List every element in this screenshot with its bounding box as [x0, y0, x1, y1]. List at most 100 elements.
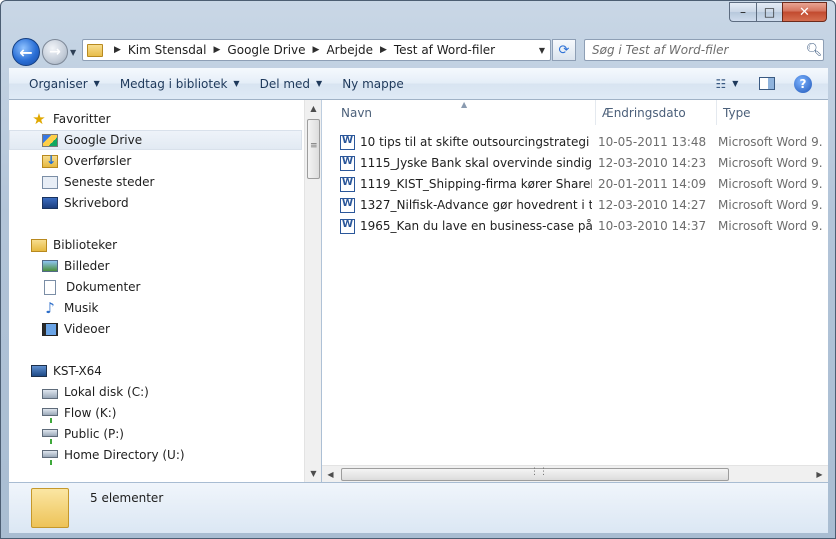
include-in-library-label: Medtag i bibliotek: [119, 76, 228, 91]
scroll-left-arrow-icon[interactable]: ◀: [322, 466, 339, 483]
preview-pane-button[interactable]: [756, 73, 778, 95]
file-date: 12-03-2010 14:23: [598, 156, 707, 170]
file-row[interactable]: 1115_Jyske Bank skal overvinde sindighed…: [340, 153, 828, 173]
organise-label: Organiser: [29, 76, 88, 91]
scroll-down-arrow-icon[interactable]: ▼: [305, 465, 322, 482]
column-header-type[interactable]: Type: [717, 100, 828, 125]
horizontal-scrollbar-thumb[interactable]: [341, 467, 729, 481]
breadcrumb-item[interactable]: Google Drive: [227, 43, 305, 57]
file-type: Microsoft Word 9...: [718, 198, 823, 212]
refresh-icon: ⟳: [558, 42, 570, 58]
file-type: Microsoft Word 9...: [718, 219, 823, 233]
navigation-pane: ★ Favoritter Google Drive Overførsler Se…: [9, 100, 312, 482]
search-icon[interactable]: 🔍︎: [805, 43, 823, 58]
libraries-icon: [31, 238, 47, 252]
breadcrumb-item[interactable]: Arbejde: [326, 43, 372, 57]
nav-item-recent-places[interactable]: Seneste steder: [9, 172, 302, 192]
search-input[interactable]: Søg i Test af Word-filer 🔍︎: [584, 39, 824, 61]
nav-item-label: Overførsler: [64, 154, 132, 168]
word-document-icon: [340, 218, 355, 234]
change-view-button[interactable]: ☷ ▼: [710, 73, 744, 95]
close-button[interactable]: ✕: [782, 2, 827, 22]
address-bar[interactable]: ▶ Kim Stensdal ▶ Google Drive ▶ Arbejde …: [82, 39, 551, 61]
nav-item-label: Public (P:): [64, 427, 124, 441]
nav-item-home-directory-u[interactable]: Home Directory (U:): [9, 445, 302, 465]
file-date: 12-03-2010 14:27: [598, 198, 707, 212]
breadcrumb-item[interactable]: Kim Stensdal: [128, 43, 207, 57]
nav-item-google-drive[interactable]: Google Drive: [9, 130, 302, 150]
caption-buttons: – □ ✕: [729, 2, 827, 23]
local-disk-icon: [42, 389, 58, 399]
nav-group-computer[interactable]: KST-X64: [9, 361, 302, 381]
chevron-right-icon[interactable]: ▶: [313, 45, 320, 55]
nav-item-videos[interactable]: Videoer: [9, 319, 302, 339]
column-header-name[interactable]: Navn: [322, 100, 596, 125]
nav-item-label: Google Drive: [64, 133, 143, 147]
nav-item-local-disk-c[interactable]: Lokal disk (C:): [9, 382, 302, 402]
nav-scrollbar-thumb[interactable]: [307, 119, 320, 179]
organise-menu-button[interactable]: Organiser ▼: [9, 68, 110, 99]
new-folder-label: Ny mappe: [342, 76, 404, 91]
refresh-button[interactable]: ⟳: [552, 39, 576, 61]
search-placeholder: Søg i Test af Word-filer: [592, 43, 729, 57]
nav-group-libraries[interactable]: Biblioteker: [9, 235, 302, 255]
word-document-icon: [340, 134, 355, 150]
nav-item-public-p[interactable]: Public (P:): [9, 424, 302, 444]
include-in-library-button[interactable]: Medtag i bibliotek ▼: [110, 68, 250, 99]
column-header-label: Type: [723, 105, 751, 120]
file-name: 10 tips til at skifte outsourcingstrateg…: [360, 135, 590, 149]
chevron-right-icon[interactable]: ▶: [380, 45, 387, 55]
chevron-down-icon: ▼: [93, 79, 100, 88]
minimize-button[interactable]: –: [729, 2, 756, 22]
folder-icon: [31, 488, 69, 528]
share-with-button[interactable]: Del med ▼: [250, 68, 333, 99]
chevron-right-icon[interactable]: ▶: [214, 45, 221, 55]
forward-button[interactable]: →: [42, 39, 68, 65]
network-drive-icon: [42, 408, 58, 423]
command-bar: Organiser ▼ Medtag i bibliotek ▼ Del med ▼ …: [9, 68, 828, 100]
column-headers: Navn Ændringsdato Type ▲: [322, 100, 828, 125]
scroll-up-arrow-icon[interactable]: ▲: [305, 100, 322, 117]
nav-item-desktop[interactable]: Skrivebord: [9, 193, 302, 213]
preview-pane-icon: [759, 77, 775, 90]
column-header-date[interactable]: Ændringsdato: [596, 100, 717, 125]
maximize-button[interactable]: □: [756, 2, 782, 22]
scroll-right-arrow-icon[interactable]: ▶: [811, 466, 828, 483]
nav-item-flow-k[interactable]: Flow (K:): [9, 403, 302, 423]
word-document-icon: [340, 155, 355, 171]
address-dropdown-icon[interactable]: ▼: [534, 46, 550, 55]
nav-item-music[interactable]: ♪ Musik: [9, 298, 302, 318]
chevron-down-icon: ▼: [732, 79, 739, 88]
desktop-icon: [42, 197, 58, 209]
new-folder-button[interactable]: Ny mappe: [332, 68, 414, 99]
nav-group-favorites[interactable]: ★ Favoritter: [9, 109, 302, 129]
folder-icon: [87, 43, 103, 57]
file-row[interactable]: 1965_Kan du lave en business-case på un.…: [340, 216, 828, 236]
file-row[interactable]: 10 tips til at skifte outsourcingstrateg…: [340, 132, 828, 152]
nav-item-label: Skrivebord: [64, 196, 129, 210]
breadcrumb-item[interactable]: Test af Word-filer: [394, 43, 495, 57]
nav-item-pictures[interactable]: Billeder: [9, 256, 302, 276]
explorer-window: – □ ✕ ← → ▼ ▶ Kim Stensdal ▶ Google Driv…: [0, 0, 836, 539]
back-button[interactable]: ←: [12, 38, 40, 66]
nav-group-label: KST-X64: [53, 364, 102, 378]
word-document-icon: [340, 197, 355, 213]
nav-item-label: Flow (K:): [64, 406, 117, 420]
file-date: 10-05-2011 13:48: [598, 135, 707, 149]
star-icon: ★: [32, 109, 46, 128]
nav-pane-scrollbar[interactable]: ▲ ▼: [304, 100, 321, 482]
help-button[interactable]: ?: [792, 73, 814, 95]
nav-group-label: Biblioteker: [53, 238, 118, 252]
nav-item-label: Seneste steder: [64, 175, 155, 189]
chevron-right-icon[interactable]: ▶: [114, 45, 121, 55]
file-type: Microsoft Word 9...: [718, 135, 823, 149]
file-row[interactable]: 1327_Nilfisk-Advance gør hovedrent i tel…: [340, 195, 828, 215]
network-drive-icon: [42, 450, 58, 465]
file-row[interactable]: 1119_KIST_Shipping-firma kører SharePoi.…: [340, 174, 828, 194]
nav-item-documents[interactable]: Dokumenter: [9, 277, 302, 297]
horizontal-scrollbar[interactable]: ◀ ▶: [322, 465, 828, 482]
sort-ascending-icon: ▲: [461, 100, 468, 109]
file-name: 1115_Jyske Bank skal overvinde sindighed: [360, 156, 592, 170]
nav-item-downloads[interactable]: Overførsler: [9, 151, 302, 171]
recent-pages-dropdown-icon[interactable]: ▼: [70, 48, 78, 57]
